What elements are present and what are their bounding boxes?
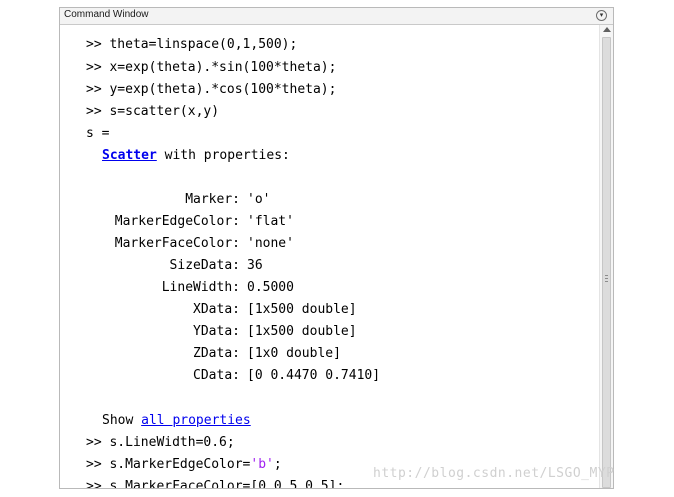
command-text: s.LineWidth=0.6; [109, 435, 235, 450]
grip-icon [605, 281, 608, 282]
command-text: x=exp(theta).*sin(100*theta); [109, 60, 337, 75]
command-line: >> s=scatter(x,y) [86, 102, 219, 122]
command-text: s=scatter(x,y) [109, 104, 220, 119]
prop-value: [0 0.4470 0.7410] [247, 368, 381, 383]
command-text-end: ; [273, 457, 282, 472]
command-line: >> s.MarkerFaceColor=[0,0.5,0.5]; [86, 477, 345, 489]
command-text: y=exp(theta).*cos(100*theta); [109, 82, 337, 97]
command-line: >> x=exp(theta).*sin(100*theta); [86, 58, 336, 78]
prompt: >> [86, 82, 102, 97]
command-line: >> theta=linspace(0,1,500); [86, 35, 297, 55]
command-output-area[interactable]: >> theta=linspace(0,1,500); >> x=exp(the… [60, 25, 599, 488]
prop-value: [1x0 double] [247, 346, 341, 361]
command-window-titlebar: Command Window ▾ [60, 8, 613, 25]
watermark: http://blog.csdn.net/LSGO_MYP [373, 466, 615, 481]
prompt: >> [86, 479, 102, 489]
command-line: >> s.MarkerEdgeColor='b'; [86, 455, 282, 475]
window-actions-menu-icon[interactable]: ▾ [596, 10, 607, 21]
prompt: >> [86, 37, 102, 52]
prop-name: SizeData: [169, 258, 240, 273]
prompt: >> [86, 60, 102, 75]
prop-name: MarkerFaceColor: [114, 236, 240, 251]
prompt: >> [86, 104, 102, 119]
vertical-scrollbar[interactable] [599, 25, 613, 488]
prompt: >> [86, 457, 102, 472]
command-window: Command Window ▾ >> theta=linspace(0,1,5… [59, 7, 614, 489]
window-title: Command Window [64, 9, 149, 20]
output-var-line: s = [86, 126, 110, 141]
prop-value: 'none' [247, 236, 294, 251]
prop-value: 'flat' [247, 214, 294, 229]
prop-name: CData: [193, 368, 240, 383]
grip-icon [605, 278, 608, 279]
command-line: >> y=exp(theta).*cos(100*theta); [86, 80, 336, 100]
grip-icon [605, 275, 608, 276]
show-text: Show [102, 413, 142, 428]
scatter-class-link[interactable]: Scatter [102, 148, 157, 163]
prop-name: LineWidth: [161, 280, 240, 295]
prop-value: 0.5000 [247, 280, 294, 295]
prop-value: [1x500 double] [247, 302, 357, 317]
command-text: s.MarkerFaceColor=[0,0.5,0.5]; [109, 479, 345, 489]
prop-name: XData: [193, 302, 240, 317]
string-literal: 'b' [250, 457, 274, 472]
class-header: Scatter with properties: [102, 146, 290, 166]
scroll-up-arrow-icon[interactable] [603, 27, 611, 32]
prop-name: ZData: [193, 346, 240, 361]
command-text: s.MarkerEdgeColor= [109, 457, 251, 472]
prop-name: MarkerEdgeColor: [114, 214, 240, 229]
scroll-thumb[interactable] [602, 37, 611, 488]
all-properties-link[interactable]: all properties [141, 413, 251, 428]
with-properties-text: with properties: [156, 148, 290, 163]
prop-value: [1x500 double] [247, 324, 357, 339]
show-all-line: Show all properties [102, 411, 251, 431]
command-text: theta=linspace(0,1,500); [109, 37, 298, 52]
prop-value: 36 [247, 258, 263, 273]
prop-name: Marker: [185, 192, 240, 207]
prompt: >> [86, 435, 102, 450]
prop-name: YData: [193, 324, 240, 339]
command-line: >> s.LineWidth=0.6; [86, 433, 235, 453]
prop-value: 'o' [247, 192, 271, 207]
